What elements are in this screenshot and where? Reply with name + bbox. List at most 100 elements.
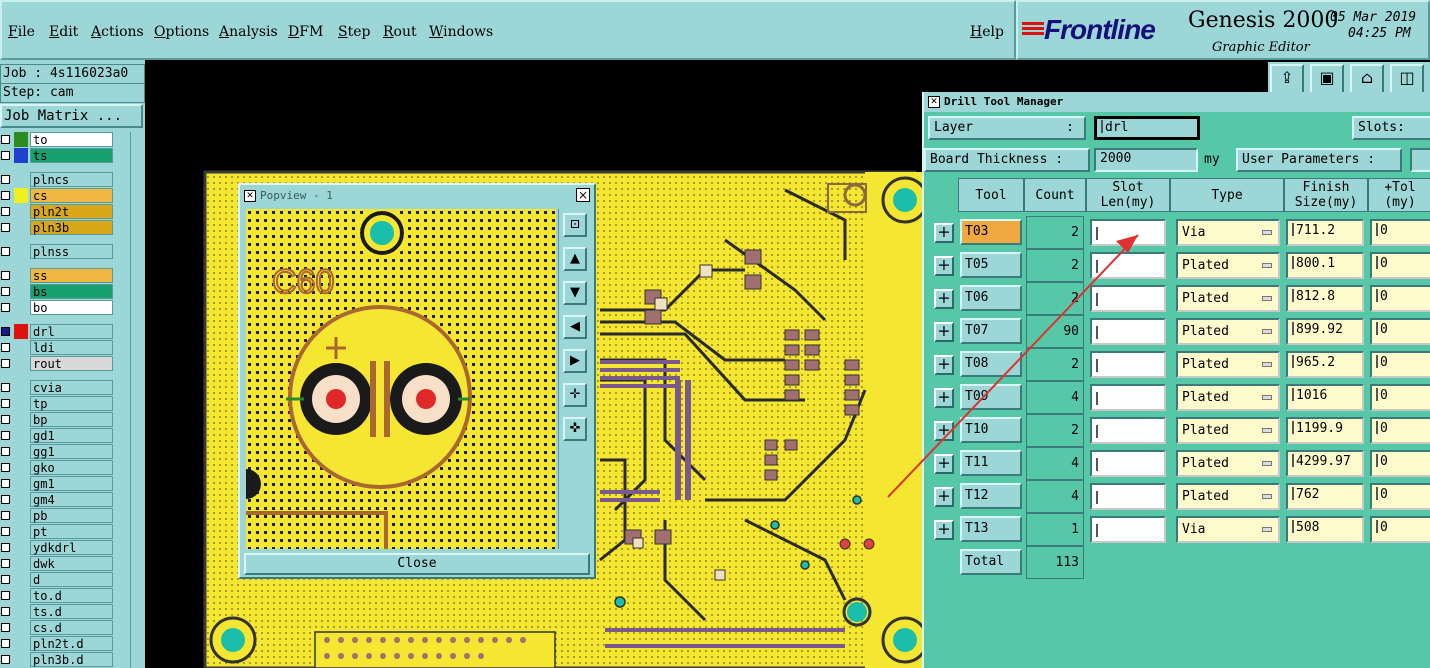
type-select[interactable]: Via — [1176, 219, 1280, 246]
layer-checkbox[interactable] — [1, 383, 10, 392]
layer-color-swatch[interactable] — [14, 540, 28, 555]
plus-tol-input[interactable]: 0 — [1370, 516, 1430, 543]
layer-color-swatch[interactable] — [14, 148, 28, 163]
layer-row-pb[interactable]: pb — [0, 508, 130, 523]
layer-checkbox[interactable] — [1, 463, 10, 472]
layer-row-pln3b[interactable]: pln3b — [0, 220, 130, 235]
pan-up-icon[interactable]: ▲ — [563, 247, 587, 271]
layer-checkbox[interactable] — [1, 343, 10, 352]
plus-tol-input[interactable]: 0 — [1370, 384, 1430, 411]
layer-row-to.d[interactable]: to.d — [0, 588, 130, 603]
layer-checkbox[interactable] — [1, 447, 10, 456]
finish-size-input[interactable]: 4299.97 — [1286, 450, 1364, 477]
layer-row-gm4[interactable]: gm4 — [0, 492, 130, 507]
layer-row-bo[interactable]: bo — [0, 300, 130, 315]
close-button[interactable]: Close — [244, 553, 590, 575]
layer-checkbox[interactable] — [1, 431, 10, 440]
layer-color-swatch[interactable] — [14, 380, 28, 395]
layer-color-swatch[interactable] — [14, 188, 28, 203]
layer-checkbox[interactable] — [1, 327, 10, 336]
type-select[interactable]: Plated — [1176, 417, 1280, 444]
plus-tol-input[interactable]: 0 — [1370, 318, 1430, 345]
layer-row-plncs[interactable]: plncs — [0, 172, 130, 187]
layer-color-swatch[interactable] — [14, 556, 28, 571]
pan-left-icon[interactable]: ◀ — [563, 315, 587, 339]
layer-color-swatch[interactable] — [14, 132, 28, 147]
menu-rout[interactable]: Rout — [383, 24, 417, 40]
layer-color-swatch[interactable] — [14, 444, 28, 459]
layer-checkbox[interactable] — [1, 655, 10, 664]
menu-help[interactable]: Help — [970, 24, 1004, 40]
save-icon[interactable]: ▣ — [1310, 64, 1344, 94]
pan-down-icon[interactable]: ▼ — [563, 281, 587, 305]
layer-row-gm1[interactable]: gm1 — [0, 476, 130, 491]
table-row[interactable]: + T13 1 Via 508 0 — [930, 513, 1430, 546]
layer-color-swatch[interactable] — [14, 244, 28, 259]
layer-color-swatch[interactable] — [14, 492, 28, 507]
layer-checkbox[interactable] — [1, 175, 10, 184]
layer-row-gd1[interactable]: gd1 — [0, 428, 130, 443]
finish-size-input[interactable]: 965.2 — [1286, 351, 1364, 378]
menu-edit[interactable]: Edit — [49, 24, 78, 40]
layer-row-ldi[interactable]: ldi — [0, 340, 130, 355]
layer-row-pln2t.d[interactable]: pln2t.d — [0, 636, 130, 651]
popview-canvas[interactable]: C60 — [246, 209, 556, 549]
layer-checkbox[interactable] — [1, 207, 10, 216]
layer-row-to[interactable]: to — [0, 132, 130, 147]
layer-color-swatch[interactable] — [14, 284, 28, 299]
zoom-out-icon[interactable]: ✜ — [563, 417, 587, 441]
layer-color-swatch[interactable] — [14, 620, 28, 635]
menu-options[interactable]: Options — [154, 24, 209, 40]
type-select[interactable]: Plated — [1176, 285, 1280, 312]
window-menu-icon[interactable]: ✕ — [928, 96, 940, 108]
layer-row-drl[interactable]: drl — [0, 324, 130, 339]
dtm-titlebar[interactable]: ✕ Drill Tool Manager — [924, 92, 1430, 112]
expand-row-icon[interactable]: + — [934, 520, 954, 540]
layer-color-swatch[interactable] — [14, 340, 28, 355]
layer-color-swatch[interactable] — [14, 204, 28, 219]
layer-color-swatch[interactable] — [14, 508, 28, 523]
menu-file[interactable]: File — [8, 24, 35, 40]
layer-color-swatch[interactable] — [14, 604, 28, 619]
layer-color-swatch[interactable] — [14, 636, 28, 651]
layer-checkbox[interactable] — [1, 359, 10, 368]
layer-checkbox[interactable] — [1, 247, 10, 256]
type-select[interactable]: Plated — [1176, 384, 1280, 411]
layer-color-swatch[interactable] — [14, 172, 28, 187]
layer-color-swatch[interactable] — [14, 524, 28, 539]
zoom-in-icon[interactable]: ✛ — [563, 383, 587, 407]
layer-checkbox[interactable] — [1, 415, 10, 424]
type-select[interactable]: Plated — [1176, 450, 1280, 477]
menu-step[interactable]: Step — [338, 24, 370, 40]
window-layout-icon[interactable]: ◫ — [1390, 64, 1424, 94]
layer-color-swatch[interactable] — [14, 356, 28, 371]
layer-color-swatch[interactable] — [14, 476, 28, 491]
menu-analysis[interactable]: Analysis — [219, 24, 278, 40]
layer-row-pln3b.d[interactable]: pln3b.d — [0, 652, 130, 667]
layer-row-cvia[interactable]: cvia — [0, 380, 130, 395]
type-select[interactable]: Via — [1176, 516, 1280, 543]
plus-tol-input[interactable]: 0 — [1370, 351, 1430, 378]
layer-row-tp[interactable]: tp — [0, 396, 130, 411]
plus-tol-input[interactable]: 0 — [1370, 483, 1430, 510]
layer-row-cs.d[interactable]: cs.d — [0, 620, 130, 635]
finish-size-input[interactable]: 812.8 — [1286, 285, 1364, 312]
layer-row-rout[interactable]: rout — [0, 356, 130, 371]
layer-checkbox[interactable] — [1, 303, 10, 312]
layer-row-ts.d[interactable]: ts.d — [0, 604, 130, 619]
finish-size-input[interactable]: 1016 — [1286, 384, 1364, 411]
home-icon[interactable]: ⌂ — [1350, 64, 1384, 94]
finish-size-input[interactable]: 711.2 — [1286, 219, 1364, 246]
layer-row-d[interactable]: d — [0, 572, 130, 587]
layer-checkbox[interactable] — [1, 287, 10, 296]
layer-checkbox[interactable] — [1, 151, 10, 160]
layer-list-scrollbar[interactable] — [130, 132, 145, 668]
user-parameters-field[interactable] — [1410, 148, 1430, 172]
plus-tol-input[interactable]: 0 — [1370, 285, 1430, 312]
layer-row-ts[interactable]: ts — [0, 148, 130, 163]
layer-row-ss[interactable]: ss — [0, 268, 130, 283]
zoom-home-icon[interactable]: ⊡ — [563, 213, 587, 237]
layer-row-cs[interactable]: cs — [0, 188, 130, 203]
layer-color-swatch[interactable] — [14, 268, 28, 283]
menu-actions[interactable]: Actions — [91, 24, 144, 40]
